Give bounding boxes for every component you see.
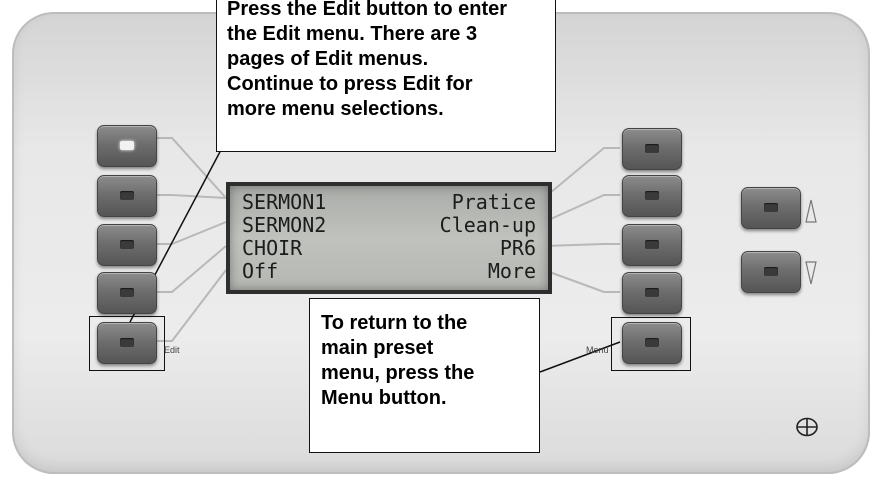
right-button-4[interactable] — [622, 272, 682, 314]
callout-line: Press the Edit button to enter — [227, 0, 508, 20]
right-button-1[interactable] — [622, 128, 682, 170]
button-led-icon — [120, 191, 134, 200]
right-button-3[interactable] — [622, 224, 682, 266]
circle-cross-logo-icon — [796, 417, 818, 437]
button-led-icon — [120, 240, 134, 249]
menu-callout: To return to the main preset menu, press… — [309, 298, 540, 453]
callout-line: more menu selections. — [227, 98, 444, 120]
lcd-right-text: More — [487, 259, 536, 283]
callout-line: pages of Edit menus. — [227, 48, 429, 70]
right-button-2[interactable] — [622, 175, 682, 217]
button-led-icon — [764, 267, 778, 276]
lcd-row: SERMON2 Clean-up — [242, 213, 536, 237]
lcd-left-text: Off — [242, 259, 279, 283]
lcd-left-text: CHOIR — [242, 236, 303, 260]
left-button-4[interactable] — [97, 272, 157, 314]
edit-callout: Press the Edit button to enter the Edit … — [216, 0, 556, 152]
menu-button-highlight — [611, 317, 691, 371]
edit-label: Edit — [164, 345, 180, 355]
edit-button-highlight — [89, 316, 165, 371]
button-led-icon — [645, 144, 659, 153]
button-led-icon — [764, 203, 778, 212]
button-led-icon — [645, 191, 659, 200]
lcd-right-text: Clean-up — [439, 213, 536, 237]
button-led-icon — [120, 141, 134, 150]
lcd-right-text: PR6 — [499, 236, 536, 260]
left-button-3[interactable] — [97, 224, 157, 266]
button-led-icon — [645, 240, 659, 249]
lcd-display: SERMON1 Pratice SERMON2 Clean-up CHOIR P… — [226, 182, 552, 294]
callout-line: Menu button. — [321, 387, 447, 409]
callout-line: To return to the — [321, 312, 468, 334]
callout-line: Continue to press Edit for — [227, 73, 473, 95]
lcd-left-text: SERMON1 — [242, 190, 327, 214]
lcd-row: Off More — [242, 259, 536, 283]
lcd-right-text: Pratice — [451, 190, 536, 214]
left-button-1[interactable] — [97, 125, 157, 167]
lcd-row: CHOIR PR6 — [242, 236, 536, 260]
lcd-left-text: SERMON2 — [242, 213, 327, 237]
callout-line: menu, press the — [321, 362, 475, 384]
down-button[interactable] — [741, 251, 801, 293]
button-led-icon — [120, 288, 134, 297]
lcd-row: SERMON1 Pratice — [242, 190, 536, 214]
menu-label: Menu — [586, 345, 609, 355]
up-button[interactable] — [741, 187, 801, 229]
callout-line: the Edit menu. There are 3 — [227, 23, 478, 45]
button-led-icon — [645, 288, 659, 297]
left-button-2[interactable] — [97, 175, 157, 217]
callout-line: main preset — [321, 337, 434, 359]
